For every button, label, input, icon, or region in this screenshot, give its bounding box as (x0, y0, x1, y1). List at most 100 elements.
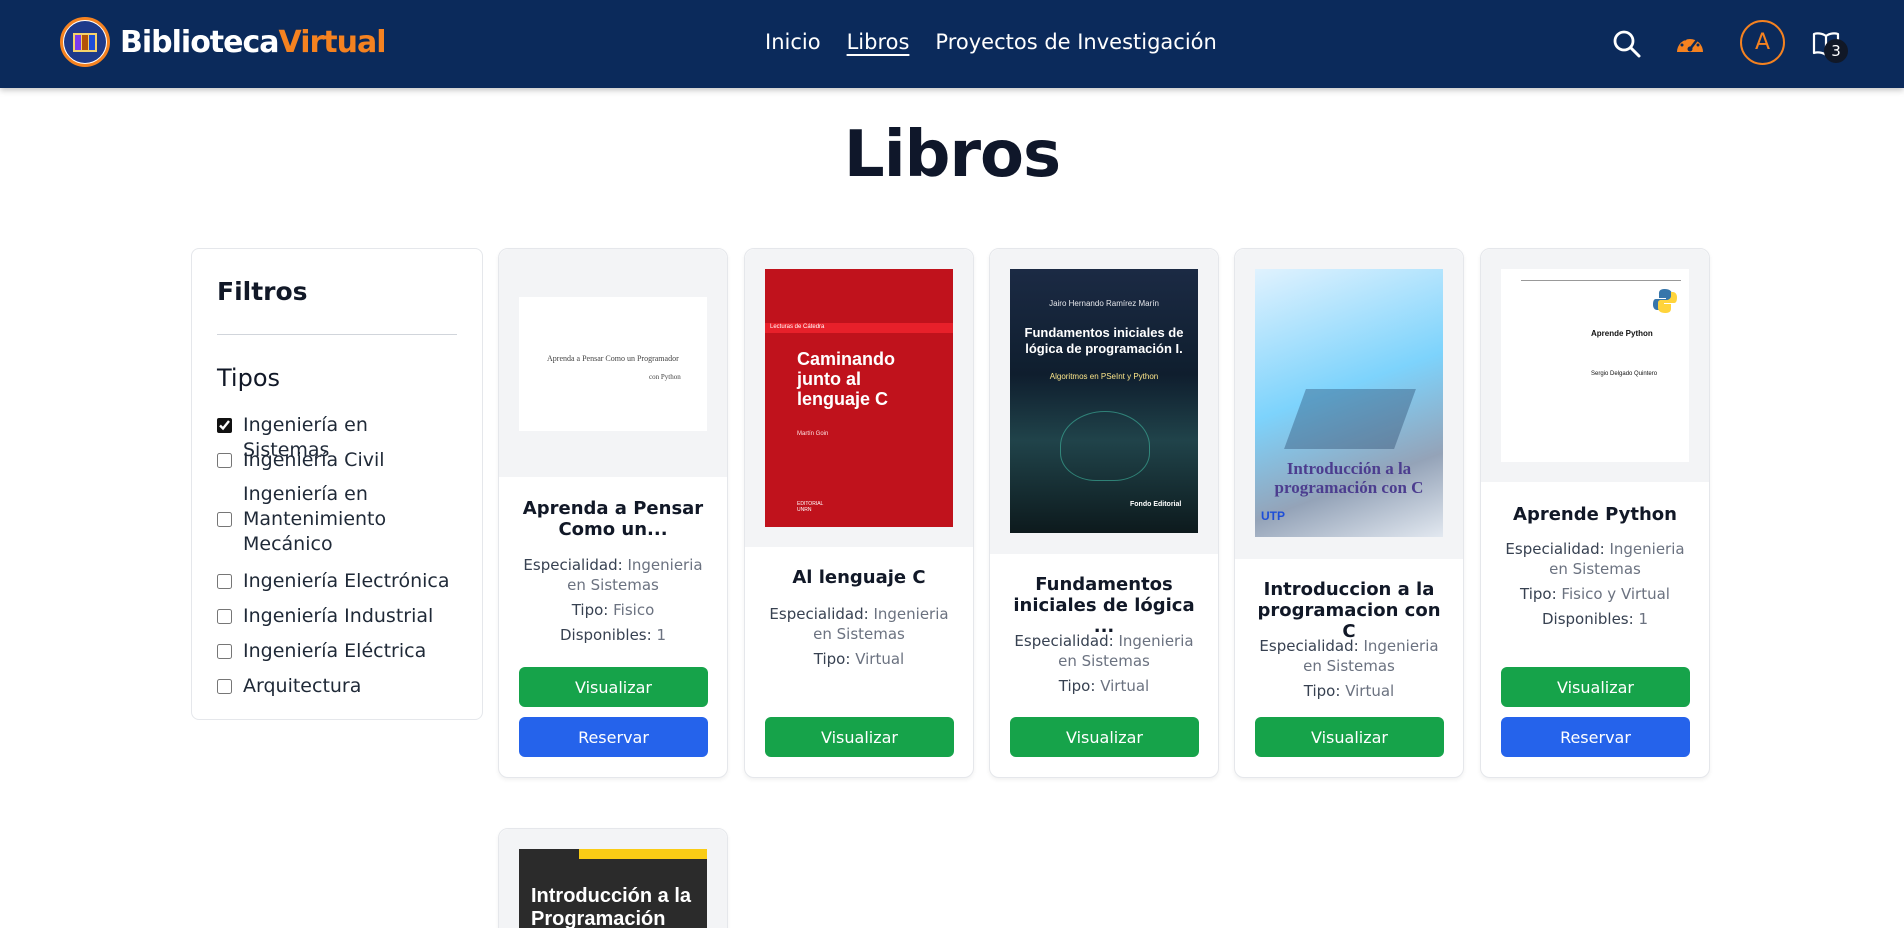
cover-stripe (579, 849, 707, 859)
view-button[interactable]: Visualizar (1255, 717, 1444, 757)
book-title[interactable]: Al lenguaje C (759, 567, 959, 588)
brand-name: BibliotecaVirtual (120, 24, 387, 60)
book-specialty: Especialidad: Ingenieria en Sistemas (1249, 636, 1449, 676)
available-value: 1 (656, 626, 667, 644)
python-logo-icon (1651, 287, 1679, 315)
filter-label: Ingeniería Industrial (243, 605, 434, 627)
filter-label: Arquitectura (243, 675, 362, 697)
cover-laptop-illustration (1284, 389, 1416, 449)
nav-link-proyectos[interactable]: Proyectos de Investigación (935, 28, 1216, 56)
type-label: Tipo: (1058, 677, 1096, 695)
filter-checkbox[interactable] (217, 418, 232, 433)
cover-title: Introducción a la Programación (531, 885, 692, 928)
specialty-label: Especialidad: (769, 605, 869, 623)
book-specialty: Especialidad: Ingenieria en Sistemas (513, 555, 713, 595)
book-type: Tipo: Fisico y Virtual (1495, 584, 1695, 604)
filter-checkbox[interactable] (217, 574, 232, 589)
filter-option[interactable]: Ingeniería Civil (217, 448, 458, 473)
filter-option[interactable]: Ingeniería en Mantenimiento Mecánico (217, 482, 393, 557)
cover-line: con Python (649, 373, 681, 381)
type-label: Tipo: (813, 650, 851, 668)
book-cover[interactable]: Introducción a la programación con C UTP (1255, 269, 1443, 537)
book-cover[interactable]: Jairo Hernando Ramírez Marín Fundamentos… (1010, 269, 1198, 533)
book-cover-area: Introducción a la Programación (499, 829, 727, 928)
cover-author: Martín Goin (797, 431, 829, 437)
book-cover[interactable]: Lecturas de Cátedra Caminando junto al l… (765, 269, 953, 527)
filter-option[interactable]: Ingeniería Electrónica (217, 569, 458, 594)
filter-checkbox[interactable] (217, 512, 232, 527)
book-type: Tipo: Virtual (759, 649, 959, 669)
view-button[interactable]: Visualizar (1010, 717, 1199, 757)
book-cover-area: Jairo Hernando Ramírez Marín Fundamentos… (990, 249, 1218, 554)
user-avatar[interactable]: A (1740, 20, 1785, 65)
filter-checkbox[interactable] (217, 453, 232, 468)
cover-title: Introducción a la programación con C (1274, 459, 1424, 497)
cover-line: Aprenda a Pensar Como un Programador (547, 354, 679, 363)
cover-background (1010, 269, 1198, 533)
nav-link-libros[interactable]: Libros (847, 28, 910, 56)
brand-name-part2: Virtual (278, 24, 387, 60)
filter-label: Ingeniería Civil (243, 449, 385, 471)
brand[interactable]: BibliotecaVirtual (60, 17, 387, 67)
book-title[interactable]: Fundamentos iniciales de lógica ... (1004, 574, 1204, 637)
filter-checkbox[interactable] (217, 609, 232, 624)
filters-types-title: Tipos (217, 364, 281, 392)
book-type: Tipo: Fisico (513, 600, 713, 620)
cover-title: Aprende Python (1591, 329, 1653, 338)
book-count-badge: 3 (1824, 39, 1848, 63)
book-cover[interactable]: Aprende Python Sergio Delgado Quintero (1501, 269, 1689, 462)
filters-divider (217, 334, 457, 335)
filters-panel: Filtros Tipos Ingeniería en Sistemas Ing… (191, 248, 483, 720)
book-card: Jairo Hernando Ramírez Marín Fundamentos… (989, 248, 1219, 778)
filter-option[interactable]: Ingeniería Industrial (217, 604, 458, 629)
book-cover[interactable]: Aprenda a Pensar Como un Programador con… (519, 297, 707, 431)
dashboard-gauge-icon[interactable] (1668, 22, 1712, 66)
type-label: Tipo: (1303, 682, 1341, 700)
search-icon[interactable] (1605, 22, 1649, 66)
book-cover[interactable]: Introducción a la Programación (519, 849, 707, 928)
cover-author: Jairo Hernando Ramírez Marín (1049, 299, 1159, 308)
specialty-label: Especialidad: (1505, 540, 1605, 558)
cover-title: Fundamentos iniciales de lógica de progr… (1024, 325, 1184, 356)
filter-label: Ingeniería en Mantenimiento Mecánico (243, 483, 387, 555)
book-title[interactable]: Aprende Python (1495, 504, 1695, 525)
type-label: Tipo: (571, 601, 609, 619)
cover-author: Sergio Delgado Quintero (1591, 371, 1658, 377)
book-available: Disponibles: 1 (1495, 609, 1695, 629)
filter-option[interactable]: Ingeniería Eléctrica (217, 639, 458, 664)
type-value: Virtual (855, 650, 905, 668)
view-button[interactable]: Visualizar (519, 667, 708, 707)
cover-logo: UTP (1261, 509, 1285, 523)
available-label: Disponibles: (559, 626, 652, 644)
view-button[interactable]: Visualizar (1501, 667, 1690, 707)
specialty-label: Especialidad: (1014, 632, 1114, 650)
brand-name-part1: Biblioteca (120, 24, 280, 60)
reserve-button[interactable]: Reservar (1501, 717, 1690, 757)
cover-rule (1521, 280, 1681, 281)
book-specialty: Especialidad: Ingenieria en Sistemas (759, 604, 959, 644)
filter-label: Ingeniería Electrónica (243, 570, 450, 592)
type-value: Virtual (1345, 682, 1395, 700)
book-title[interactable]: Introduccion a la programacion con C (1249, 579, 1449, 642)
reserve-button[interactable]: Reservar (519, 717, 708, 757)
cover-title: Caminando junto al lenguaje C (797, 349, 896, 409)
type-value: Fisico y Virtual (1561, 585, 1670, 603)
specialty-label: Especialidad: (1259, 637, 1359, 655)
book-card: Aprenda a Pensar Como un Programador con… (498, 248, 728, 778)
nav-link-inicio[interactable]: Inicio (765, 28, 821, 56)
filter-checkbox[interactable] (217, 644, 232, 659)
book-type: Tipo: Virtual (1004, 676, 1204, 696)
filter-checkbox[interactable] (217, 679, 232, 694)
main-nav: Inicio Libros Proyectos de Investigación (765, 28, 1243, 56)
view-button[interactable]: Visualizar (765, 717, 954, 757)
book-card: Introducción a la programación con C UTP… (1234, 248, 1464, 778)
navbar: BibliotecaVirtual Inicio Libros Proyecto… (0, 0, 1904, 88)
book-specialty: Especialidad: Ingenieria en Sistemas (1495, 539, 1695, 579)
book-available: Disponibles: 1 (513, 625, 713, 645)
book-title[interactable]: Aprenda a Pensar Como un... (513, 498, 713, 540)
library-logo-icon (64, 21, 106, 63)
cover-publisher: Fondo Editorial (1130, 501, 1182, 508)
filters-title: Filtros (217, 277, 308, 306)
filter-option[interactable]: Arquitectura (217, 674, 458, 699)
book-cover-area: Aprende Python Sergio Delgado Quintero (1481, 249, 1709, 482)
